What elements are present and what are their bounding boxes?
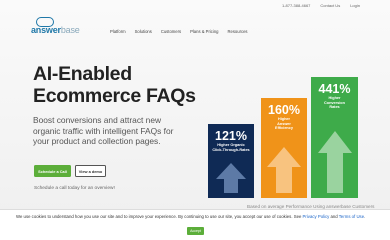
contact-link[interactable]: Contact Us xyxy=(320,3,340,8)
schedule-call-button[interactable]: Schedule a Call xyxy=(34,165,71,177)
stat-panel-ctr: 121% Higher Organic Click-Through-Rates xyxy=(208,124,254,198)
terms-of-use-link[interactable]: Terms of Use xyxy=(339,214,364,219)
stat-value: 121% xyxy=(215,129,247,143)
stat-value: 441% xyxy=(318,82,351,96)
schedule-text: Schedule a call today for an overview! xyxy=(34,186,115,191)
top-strip: 1-877-388-4667 Contact Us Login xyxy=(282,3,360,8)
cookie-message: We use cookies to understand how you use… xyxy=(16,214,303,219)
hero-sub-line3: your product and collection pages. xyxy=(33,136,161,146)
stat-panel-efficiency: 160% Higher Answer Efficiency xyxy=(261,98,307,198)
cookie-and: and xyxy=(329,214,339,219)
stat-label-line3: Rates xyxy=(329,105,340,110)
view-demo-button[interactable]: View a demo xyxy=(75,165,106,177)
login-link[interactable]: Login xyxy=(350,3,360,8)
cookie-banner: We use cookies to understand how you use… xyxy=(0,209,390,240)
cookie-text: We use cookies to understand how you use… xyxy=(16,214,366,219)
nav-plans-pricing[interactable]: Plans & Pricing xyxy=(190,29,218,34)
nav-customers[interactable]: Customers xyxy=(161,29,181,34)
privacy-policy-link[interactable]: Privacy Policy xyxy=(303,214,330,219)
speech-bubble-icon xyxy=(36,17,54,27)
stat-value: 160% xyxy=(268,103,300,117)
up-arrow-icon xyxy=(216,163,246,193)
accept-cookies-button[interactable]: Accept xyxy=(187,227,204,235)
hero-title-line2: Ecommerce FAQs xyxy=(33,85,196,107)
nav-resources[interactable]: Resources xyxy=(227,29,247,34)
hero-sub-line2: organic traffic with intelligent FAQs fo… xyxy=(33,125,174,136)
hero-title: AI-Enabled Ecommerce FAQs xyxy=(33,63,196,107)
hero-sub-line1: Boost conversions and attract new xyxy=(33,115,162,125)
hero-title-line1: AI-Enabled xyxy=(33,63,132,85)
up-arrow-icon xyxy=(317,131,352,193)
nav-solutions[interactable]: Solutions xyxy=(135,29,152,34)
stat-label-line3: Efficiency xyxy=(275,126,293,131)
main-nav: Platform Solutions Customers Plans & Pri… xyxy=(110,29,248,34)
logo[interactable]: answerbase xyxy=(31,17,80,35)
stat-label-line2: Click-Through-Rates xyxy=(212,147,250,152)
nav-platform[interactable]: Platform xyxy=(110,29,126,34)
up-arrow-icon xyxy=(267,147,301,193)
logo-part-base: base xyxy=(60,25,80,35)
hero-subtitle: Boost conversions and attract new organi… xyxy=(33,115,213,147)
phone-link[interactable]: 1-877-388-4667 xyxy=(282,3,310,8)
stat-panel-conversion: 441% Higher Conversion Rates xyxy=(311,77,358,198)
